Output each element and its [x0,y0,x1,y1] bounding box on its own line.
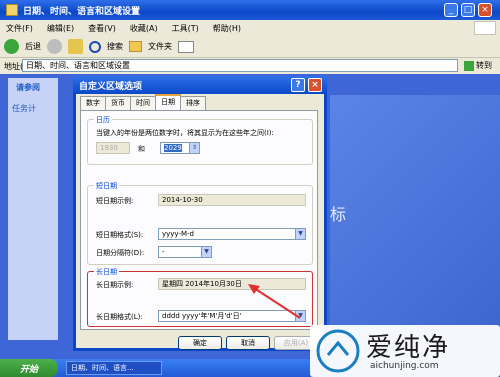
long-date-sample-label: 长日期示例: [96,281,134,289]
go-arrow-icon[interactable] [464,61,474,71]
menu-file[interactable]: 文件(F) [6,23,33,34]
explorer-title: 日期、时间、语言和区域设置 [23,6,141,17]
minimize-button[interactable]: _ [444,3,458,17]
menu-favorites[interactable]: 收藏(A) [130,23,158,34]
task-pane: 请参阅 任务计 [8,78,58,340]
and-label: 和 [138,145,145,153]
tab-sort[interactable]: 排序 [180,96,206,110]
annotation-arrow [248,284,301,319]
back-arrow-icon[interactable] [4,39,19,54]
tab-currency[interactable]: 货币 [105,96,131,110]
watermark-url: aichunjing.com [370,361,439,371]
dialog-title: 自定义区域选项 [79,81,143,92]
menu-edit[interactable]: 编辑(E) [47,23,74,34]
menu-bar: 文件(F) 编辑(E) 查看(V) 收藏(A) 工具(T) 帮助(H) [0,20,500,36]
tab-time[interactable]: 时间 [130,96,156,110]
address-value: 日期、时间、语言和区域设置 [26,61,130,70]
long-date-format-value: dddd yyyy'年'M'月'd'日' [162,312,242,320]
ok-button[interactable]: 确定 [178,336,222,350]
task-pane-title: 请参阅 [16,83,40,92]
start-button[interactable]: 开始 [0,359,58,377]
folder-icon [6,4,18,16]
views-icon[interactable] [178,40,194,53]
taskbar-item[interactable]: 日期、时间、语言... [66,361,162,375]
calendar-desc: 当键入的年份是两位数字时，将其显示为在这些年之间(I): [96,129,274,137]
long-date-format-label: 长日期格式(L): [96,313,143,321]
to-year-field[interactable]: 2029 ⇕ [160,142,200,154]
start-label: 开始 [19,364,38,375]
forward-arrow-icon[interactable] [47,39,62,54]
short-date-sample-field: 2014-10-30 [158,194,306,206]
chevron-down-icon[interactable]: ▼ [201,247,211,257]
taskbar-item-label: 日期、时间、语言... [71,364,134,372]
toolbar: 后退 搜索 文件夹 [0,36,500,58]
short-date-format-select[interactable]: yyyy-M-d ▼ [158,228,306,240]
short-date-group: 短日期 短日期示例: 2014-10-30 短日期格式(S): yyyy-M-d… [87,181,313,265]
dialog-close-button[interactable]: × [308,78,322,92]
menu-help[interactable]: 帮助(H) [213,23,241,34]
dialog-title-bar: 自定义区域选项 ? × [73,76,327,94]
calendar-group-title: 日历 [94,115,112,125]
tab-strip: 数字 货币 时间 日期 排序 [80,94,206,110]
to-year-value: 2029 [164,144,182,152]
background-text: 标 [330,205,347,224]
watermark-logo: 爱纯净 aichunjing.com [310,325,500,377]
background-graphic [330,95,500,335]
short-date-format-value: yyyy-M-d [162,230,194,238]
watermark-brand: 爱纯净 [366,333,451,363]
short-date-format-label: 短日期格式(S): [96,231,144,239]
explorer-title-bar: 日期、时间、语言和区域设置 [0,0,500,20]
help-button[interactable]: ? [291,78,305,92]
task-pane-item[interactable]: 任务计 [12,103,54,114]
date-separator-value: - [162,248,165,256]
close-window-button[interactable]: × [478,3,492,17]
search-button[interactable]: 搜索 [107,41,123,52]
date-separator-select[interactable]: - ▼ [158,246,212,258]
address-bar: 地址(D) 日期、时间、语言和区域设置 转到 [0,58,500,74]
from-year-field: 1930 [96,142,130,154]
chevron-down-icon[interactable]: ▼ [295,229,305,239]
up-folder-icon[interactable] [68,39,83,54]
short-date-group-title: 短日期 [94,181,119,191]
short-date-sample-label: 短日期示例: [96,197,134,205]
folders-button[interactable]: 文件夹 [148,41,172,52]
address-input[interactable]: 日期、时间、语言和区域设置 [22,59,458,72]
tab-numbers[interactable]: 数字 [80,96,106,110]
cancel-button[interactable]: 取消 [226,336,270,350]
menu-tools[interactable]: 工具(T) [172,23,199,34]
tab-date[interactable]: 日期 [155,94,181,110]
date-separator-label: 日期分隔符(D): [96,249,145,257]
folders-icon [129,41,142,52]
watermark-emblem-icon [316,329,360,373]
maximize-button[interactable]: □ [461,3,475,17]
back-button[interactable]: 后退 [25,41,41,52]
spinner-icon[interactable]: ⇕ [189,143,199,153]
windows-logo [474,21,496,35]
calendar-group: 日历 当键入的年份是两位数字时，将其显示为在这些年之间(I): 1930 和 2… [87,115,313,165]
long-date-group-title: 长日期 [94,267,119,277]
go-button[interactable]: 转到 [476,60,492,71]
menu-view[interactable]: 查看(V) [88,23,116,34]
search-icon [89,40,101,53]
